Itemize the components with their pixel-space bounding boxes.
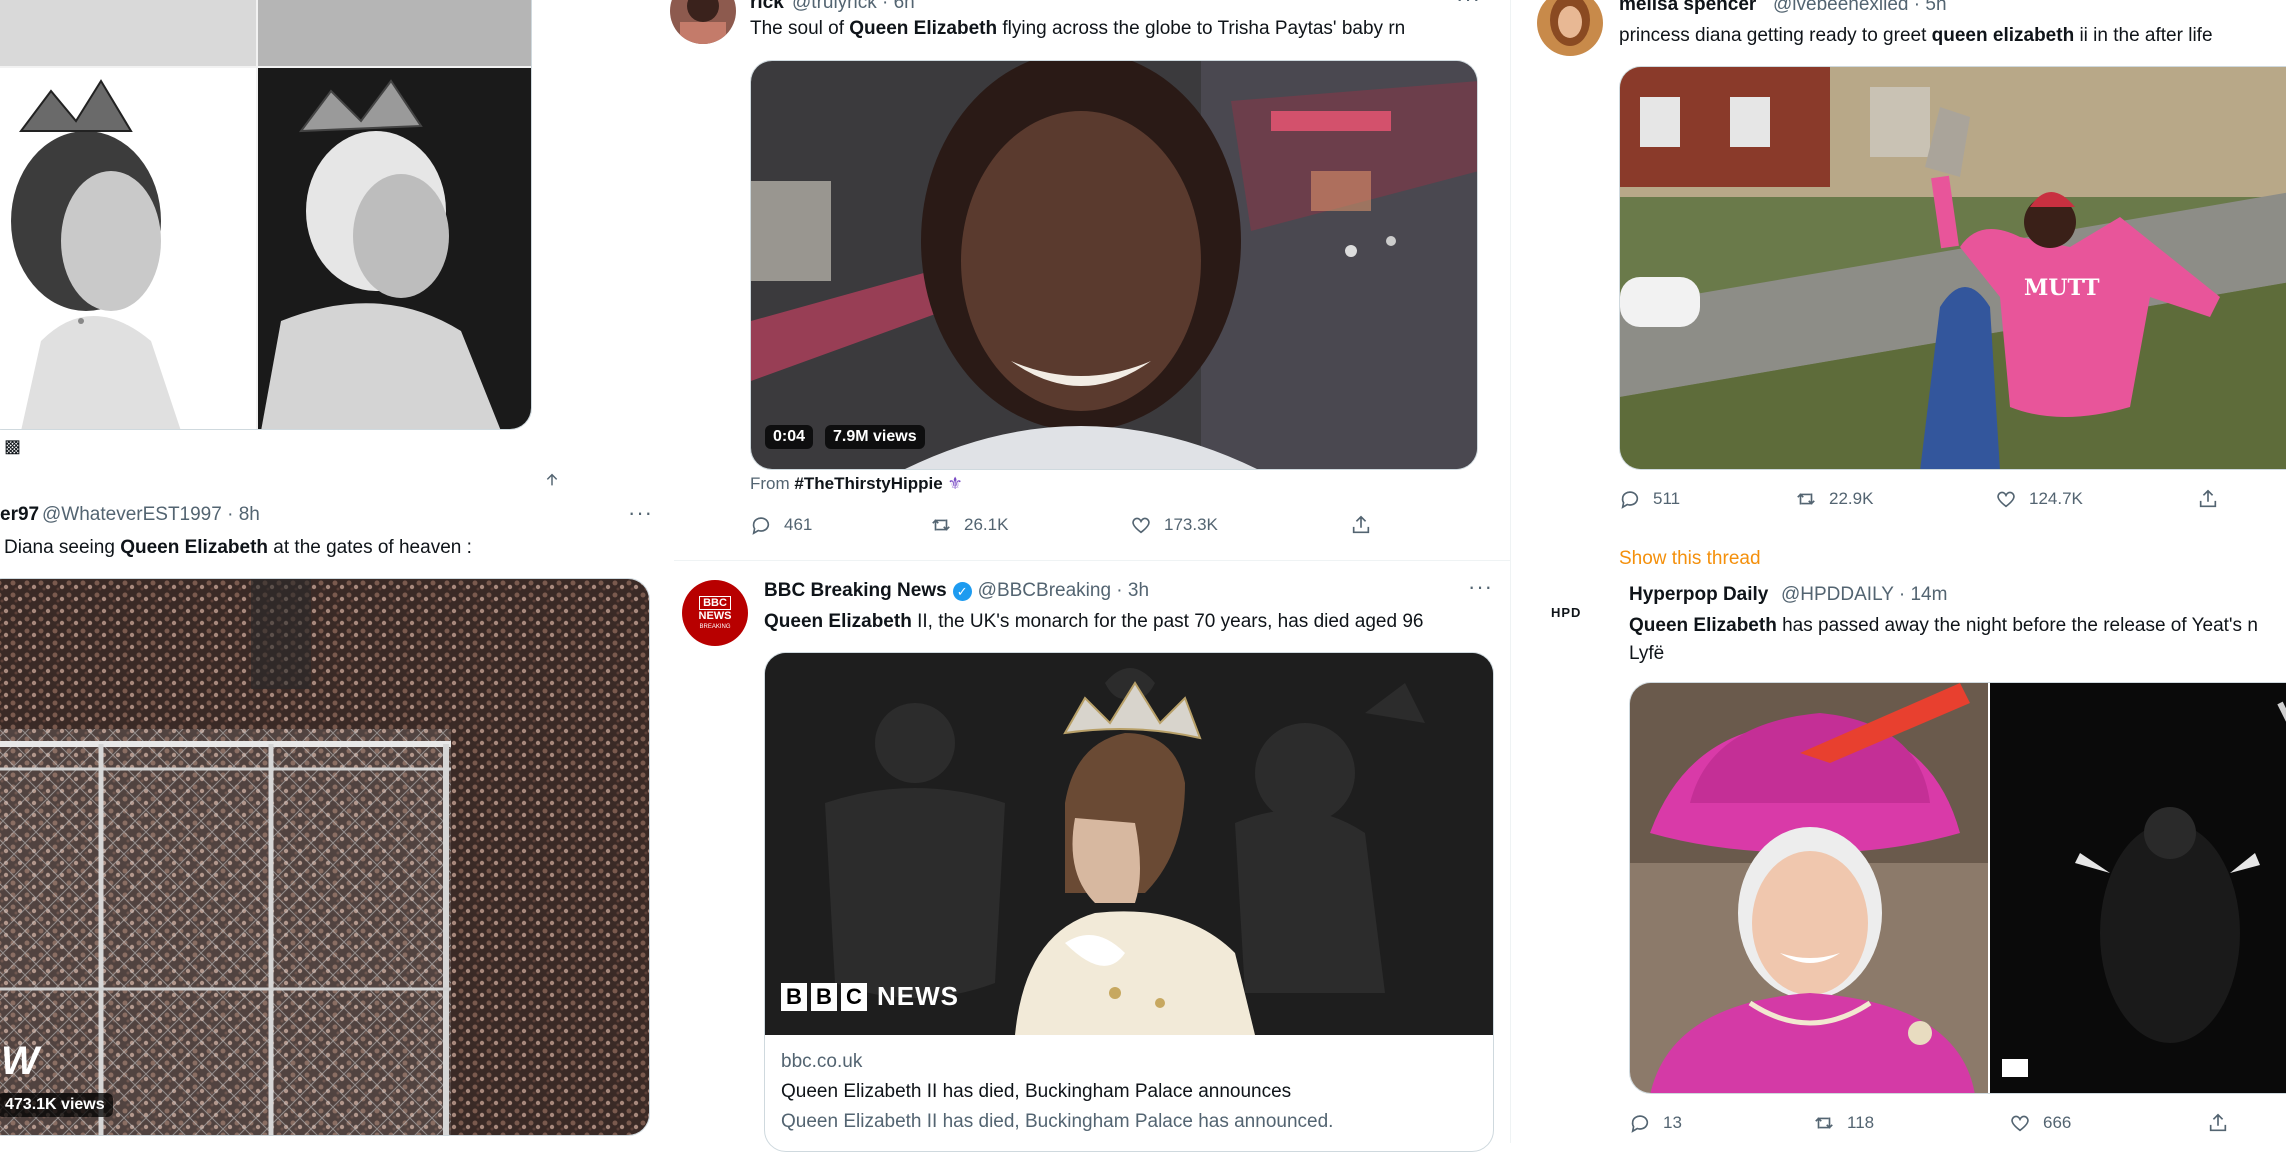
portrait-grid-image[interactable]	[0, 0, 532, 430]
retweet-icon	[1815, 1117, 1833, 1129]
retweet-icon	[1797, 493, 1815, 505]
reply-icon	[1621, 491, 1639, 509]
column-right: melisa spencer @ivebeenexiled · 5h princ…	[1510, 0, 2286, 1143]
link-card-domain: bbc.co.uk	[781, 1051, 863, 1072]
video-view-count: 7.9M views	[825, 425, 925, 449]
tweet-author-handle[interactable]: @WhateverEST1997 · 8h	[42, 504, 260, 526]
avatar[interactable]	[670, 0, 736, 44]
verified-badge-icon: ✓	[952, 581, 972, 601]
heart-icon	[1132, 517, 1150, 534]
heart-icon	[2011, 1115, 2029, 1132]
tweet-author-handle[interactable]: @trulyrick · 6h	[792, 0, 915, 14]
sweatshirt-text: MUTT	[2024, 275, 2100, 301]
share-button[interactable]	[1350, 514, 1372, 536]
share-icon[interactable]	[544, 472, 560, 493]
reply-button[interactable]: 461	[750, 514, 930, 536]
tweet-image-pair[interactable]	[1629, 682, 2286, 1094]
share-icon	[1352, 515, 1370, 534]
hpd-avatar-text: HPD	[1551, 605, 1582, 620]
share-icon	[2199, 489, 2217, 508]
tweet-actions: 13 118 666	[1629, 1112, 2279, 1134]
like-button[interactable]: 124.7K	[1995, 488, 2197, 510]
bbc-avatar-text: BREAKING	[699, 623, 731, 630]
more-options-icon[interactable]: ···	[628, 500, 653, 526]
tweet-author-name[interactable]: er97	[0, 504, 39, 526]
tweet-actions: 461 26.1K 173.3K	[750, 514, 1478, 536]
like-button[interactable]: 666	[2009, 1112, 2207, 1134]
retweet-button[interactable]: 22.9K	[1795, 488, 1995, 510]
tweet-author-name[interactable]: BBC Breaking News	[764, 580, 947, 602]
tweet-author-name[interactable]: rick	[750, 0, 784, 14]
tweet-text: princess diana getting ready to greet qu…	[1619, 25, 2213, 46]
bbc-logo-letter: B	[781, 982, 807, 1011]
tweet-image[interactable]: MUTT	[1619, 66, 2286, 470]
retweet-button[interactable]: 26.1K	[930, 514, 1130, 536]
tweet-text: The soul of Queen Elizabeth flying acros…	[750, 18, 1406, 39]
tweet-author-name[interactable]: melisa spencer	[1619, 0, 1756, 16]
tweet-text: Queen Elizabeth has passed away the nigh…	[1629, 615, 2258, 636]
share-button[interactable]	[2207, 1112, 2229, 1134]
link-card-description: Queen Elizabeth II has died, Buckingham …	[781, 1111, 1334, 1132]
avatar[interactable]	[1537, 0, 1603, 56]
bbc-avatar[interactable]: BBC NEWS BREAKING	[682, 580, 748, 646]
show-thread-link[interactable]: Show this thread	[1619, 548, 1761, 570]
bbc-logo-letter: C	[841, 982, 867, 1011]
retweet-button[interactable]: 118	[1813, 1112, 2009, 1134]
network-logo: W	[1, 1039, 39, 1083]
share-button[interactable]	[2197, 488, 2219, 510]
bbc-logo-word: NEWS	[877, 981, 959, 1011]
tweet-text-line2: Lyfë	[1629, 643, 1665, 664]
bbc-news-logo: B B C NEWS	[781, 981, 959, 1012]
arena-video[interactable]: W 473.1K views	[0, 578, 650, 1136]
reply-button[interactable]: 13	[1629, 1112, 1813, 1134]
tweet-header: BBC Breaking News ✓ @BBCBreaking · 3h	[764, 580, 1149, 602]
bbc-avatar-text: NEWS	[698, 609, 732, 622]
video-player[interactable]: 0:04 7.9M views	[750, 60, 1478, 470]
like-button[interactable]: 173.3K	[1130, 514, 1350, 536]
share-icon	[2209, 1113, 2227, 1132]
tweet-author-name[interactable]: Hyperpop Daily	[1629, 584, 1768, 606]
reply-icon	[1631, 1115, 1649, 1133]
tweet-author-handle[interactable]: @HPDDAILY · 14m	[1781, 584, 1947, 606]
more-options-icon[interactable]: ···	[1456, 0, 1481, 12]
column-middle: rick @trulyrick · 6h ··· The soul of Que…	[660, 0, 1510, 1152]
link-card-image: B B C NEWS	[765, 653, 1493, 1035]
tweet-text: Diana seeing Queen Elizabeth at the gate…	[4, 537, 472, 558]
link-card-title: Queen Elizabeth II has died, Buckingham …	[781, 1081, 1292, 1102]
more-options-icon[interactable]: ···	[1468, 574, 1493, 600]
video-view-count: 473.1K views	[0, 1093, 113, 1117]
video-source[interactable]: From #TheThirstyHippie ⚜	[750, 474, 963, 494]
gamepad-icon: ▩	[4, 436, 22, 456]
tweet-actions: 511 22.9K 124.7K	[1619, 488, 2279, 510]
tweet-author-handle[interactable]: @ivebeenexiled · 5h	[1773, 0, 1947, 16]
video-duration: 0:04	[765, 425, 814, 449]
reply-button[interactable]: 511	[1619, 488, 1795, 510]
bbc-logo-letter: B	[811, 982, 837, 1011]
retweet-icon	[932, 519, 950, 531]
reply-icon	[752, 517, 770, 535]
bbc-avatar-text: BBC	[699, 595, 731, 610]
heart-icon	[1997, 491, 2015, 508]
tweet-text: Queen Elizabeth II, the UK's monarch for…	[764, 611, 1424, 632]
tweet-author-handle[interactable]: @BBCBreaking · 3h	[978, 580, 1149, 602]
hpd-avatar[interactable]: HPD	[1551, 604, 1601, 630]
link-card[interactable]: B B C NEWS bbc.co.uk Queen Elizabeth II …	[764, 652, 1494, 1152]
column-left: ▩ er97 @WhateverEST1997 · 8h ··· Diana s…	[0, 0, 660, 1143]
